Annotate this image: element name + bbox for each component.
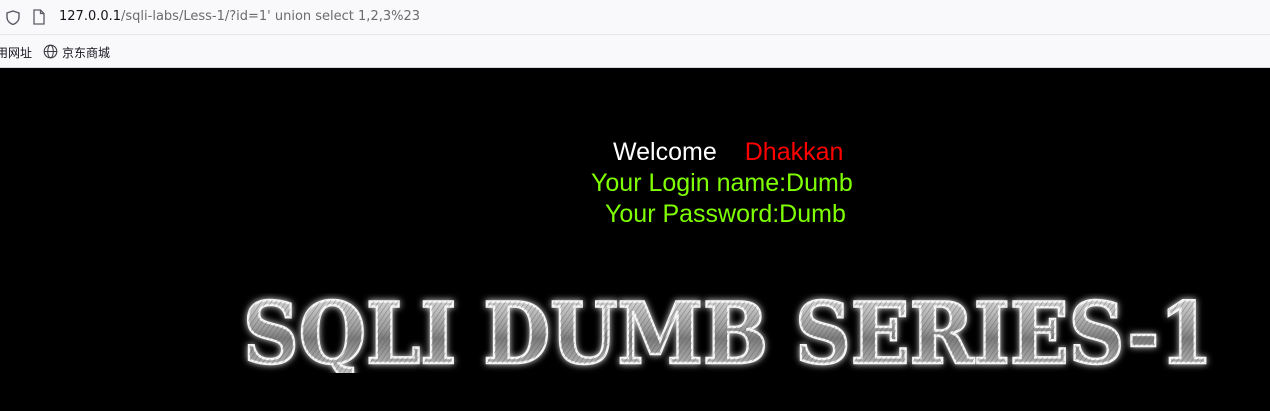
url-text[interactable]: 127.0.0.1/sqli-labs/Less-1/?id=1' union … — [59, 9, 420, 24]
page-icon[interactable] — [33, 9, 45, 25]
banner-texture: SQLI DUMB SERIES-1 — [243, 293, 1213, 373]
login-name-line: Your Login name:Dumb — [591, 169, 853, 197]
series-title-banner: SQLI DUMB SERIES-1 SQLI DUMB SERIES-1 — [242, 293, 1215, 373]
globe-icon — [43, 44, 58, 59]
bookmark-item[interactable]: 用网址 — [0, 44, 32, 61]
page-content: Welcome Dhakkan Your Login name:Dumb Your… — [0, 68, 1270, 411]
welcome-user: Dhakkan — [744, 138, 844, 166]
welcome-text: Welcome — [613, 138, 717, 166]
url-path: /sqli-labs/Less-1/?id=1' union select 1,… — [121, 9, 421, 24]
password-line: Your Password:Dumb — [605, 200, 846, 228]
url-host: 127.0.0.1 — [59, 9, 122, 24]
bookmark-item-jd[interactable]: 京东商城 — [62, 44, 110, 61]
welcome-line: Welcome Dhakkan — [613, 138, 843, 167]
address-bar[interactable]: 127.0.0.1/sqli-labs/Less-1/?id=1' union … — [0, 0, 1270, 35]
bookmarks-toolbar: 用网址 京东商城 — [0, 35, 1270, 68]
shield-icon[interactable] — [6, 10, 20, 25]
